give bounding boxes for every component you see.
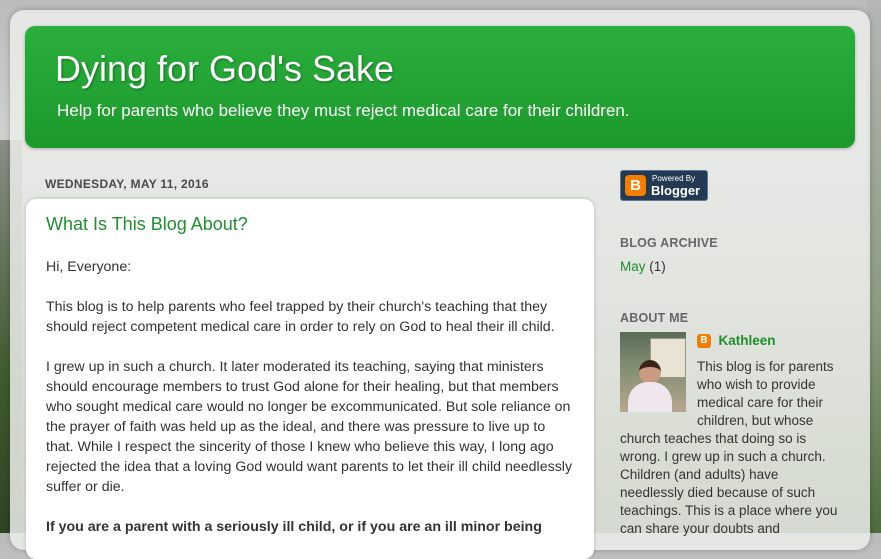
post-paragraph: This blog is to help parents who feel tr… bbox=[46, 299, 555, 335]
blogger-logo-icon: B bbox=[625, 175, 646, 196]
post-date: WEDNESDAY, MAY 11, 2016 bbox=[45, 177, 209, 191]
badge-small-text: Powered By bbox=[652, 174, 696, 183]
archive-item: May (1) bbox=[620, 259, 666, 274]
blog-post: What Is This Blog About? Hi, Everyone: T… bbox=[26, 199, 594, 559]
blog-description: Help for parents who believe they must r… bbox=[57, 101, 630, 120]
profile-name-link[interactable]: Kathleen bbox=[718, 333, 775, 348]
archive-month-link[interactable]: May bbox=[620, 259, 646, 274]
blog-archive-title: BLOG ARCHIVE bbox=[620, 236, 718, 250]
post-paragraph: I grew up in such a church. It later mod… bbox=[46, 359, 573, 495]
post-paragraph-bold: If you are a parent with a seriously ill… bbox=[46, 519, 542, 535]
about-me-title: ABOUT ME bbox=[620, 311, 689, 325]
blogger-profile-icon: B bbox=[697, 333, 711, 348]
powered-by-blogger-badge[interactable]: B Powered By Blogger bbox=[620, 170, 708, 201]
post-body: Hi, Everyone: This blog is to help paren… bbox=[46, 257, 576, 557]
profile-name-row: B Kathleen bbox=[697, 332, 775, 350]
post-paragraph: Hi, Everyone: bbox=[46, 259, 132, 275]
post-title[interactable]: What Is This Blog About? bbox=[46, 214, 248, 235]
profile-description: This blog is for parents who wish to pro… bbox=[620, 358, 838, 538]
archive-count: (1) bbox=[649, 259, 666, 274]
blog-header: Dying for God's Sake Help for parents wh… bbox=[25, 26, 855, 148]
badge-big-text: Blogger bbox=[651, 183, 701, 198]
blog-title[interactable]: Dying for God's Sake bbox=[55, 48, 394, 90]
